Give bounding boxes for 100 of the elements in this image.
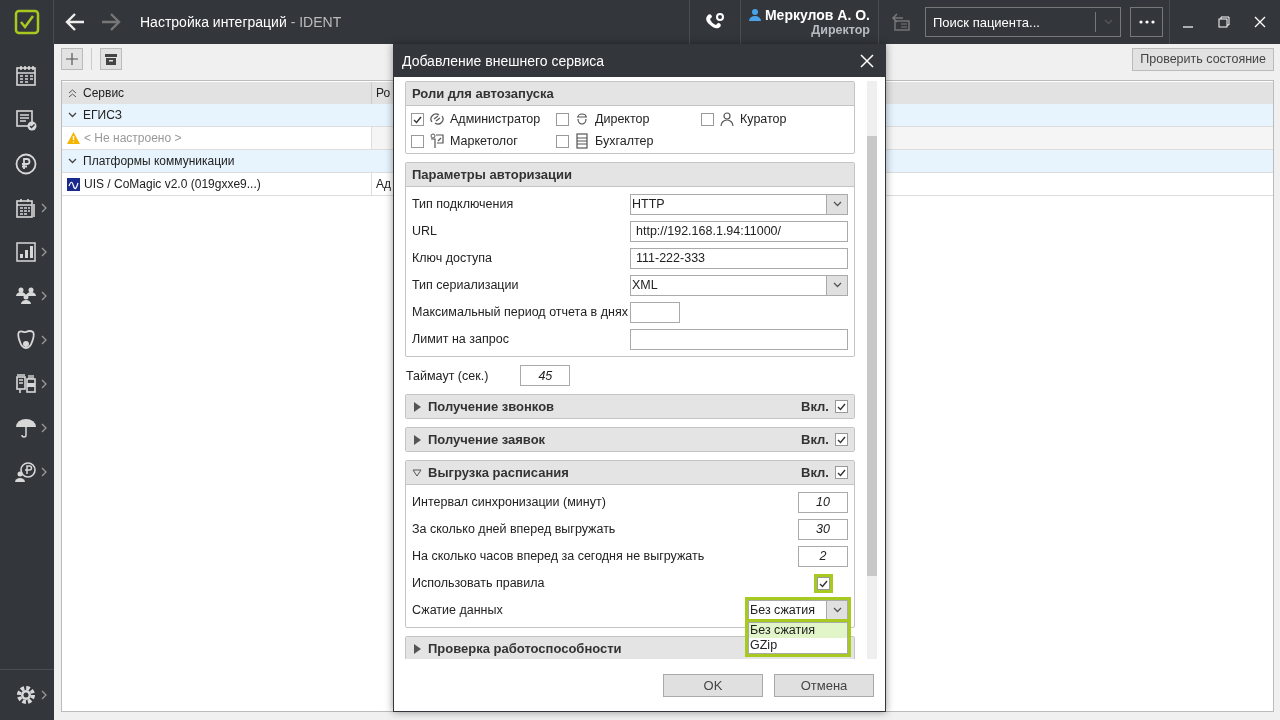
checkbox[interactable] (411, 134, 424, 148)
restore-icon[interactable] (1218, 16, 1230, 28)
expand-icon[interactable] (68, 158, 77, 164)
checkbox[interactable] (816, 576, 830, 590)
role-icon (429, 111, 445, 127)
sidebar-item-icon[interactable] (14, 460, 38, 484)
dialog-title: Добавление внешнего сервиса (402, 53, 605, 69)
cancel-button[interactable]: Отмена (774, 673, 874, 697)
expand-icon[interactable] (412, 401, 422, 412)
section-title: Параметры авторизации (412, 167, 574, 182)
select-field[interactable]: XML (630, 274, 848, 296)
section-title[interactable]: Выгрузка расписания (428, 465, 796, 480)
user-role: Директор (811, 22, 870, 38)
page-title: Настройка интеграций - IDENT (140, 14, 342, 30)
role-icon (574, 133, 590, 149)
patient-search-field[interactable]: Поиск пациента... (925, 7, 1121, 37)
user-name[interactable]: Меркулов А. О. (764, 6, 870, 23)
warning-icon (67, 132, 80, 144)
wave-icon (67, 177, 80, 191)
number-field[interactable]: 30 (798, 518, 848, 540)
expand-icon[interactable] (68, 112, 77, 118)
role-label[interactable]: Куратор (740, 112, 787, 126)
section-title[interactable]: Получение звонков (428, 399, 796, 414)
more-button[interactable] (1130, 7, 1163, 37)
checkbox[interactable] (556, 134, 569, 148)
field-label: Ключ доступа (412, 251, 493, 265)
dropdown-option[interactable]: Без сжатия (749, 622, 847, 638)
number-field[interactable]: 2 (798, 545, 848, 567)
column-header[interactable]: Сервис (83, 86, 125, 100)
select-field[interactable]: HTTP (630, 193, 848, 215)
number-field[interactable]: 10 (798, 491, 848, 513)
add-button[interactable] (61, 48, 83, 70)
settings-icon[interactable] (14, 683, 38, 707)
field-label: Лимит на запрос (412, 332, 510, 346)
field-label: Использовать правила (412, 576, 546, 590)
expand-icon[interactable] (412, 434, 422, 445)
sidebar-item-icon[interactable] (14, 240, 38, 264)
sidebar-item-icon[interactable] (14, 108, 38, 132)
section-title[interactable]: Получение заявок (428, 432, 796, 447)
group-label: Платформы коммуникации (83, 154, 235, 168)
text-field[interactable]: http://192.168.1.94:11000/ (630, 220, 848, 242)
role-label[interactable]: Маркетолог (450, 134, 518, 148)
field-label: Максимальный период отчета в днях (412, 305, 629, 319)
back-arrow-icon[interactable] (64, 11, 86, 33)
field-label: Интервал синхронизации (минут) (412, 495, 607, 509)
group-label: ЕГИСЗ (83, 108, 122, 122)
toggle-label: Вкл. (801, 465, 829, 480)
scrollbar[interactable] (867, 81, 877, 659)
field-label: Таймаут (сек.) (406, 368, 489, 383)
caret-icon (832, 201, 842, 207)
role-icon (574, 111, 590, 127)
role-icon (429, 133, 445, 149)
table-cell-text: Ад (375, 177, 391, 191)
sidebar-item-icon[interactable] (14, 416, 38, 440)
more-icon (1138, 20, 1155, 24)
section-title: Роли для автозапуска (412, 86, 555, 101)
check-status-button[interactable]: Проверить состояние (1132, 47, 1274, 71)
column-header[interactable]: Ро (372, 86, 391, 100)
ok-button[interactable]: OK (663, 673, 763, 697)
forward-arrow-icon[interactable] (100, 11, 122, 33)
text-field[interactable] (630, 301, 680, 323)
close-icon[interactable] (859, 53, 875, 69)
logo-icon[interactable] (13, 9, 40, 35)
sidebar-item-icon[interactable] (14, 152, 38, 176)
sidebar-item-icon[interactable] (14, 372, 38, 396)
checkbox[interactable] (835, 466, 848, 479)
field-label: Тип подключения (412, 197, 515, 211)
checkbox[interactable] (835, 433, 848, 446)
role-icon (719, 111, 735, 127)
collapse-icon[interactable] (412, 467, 422, 478)
dropdown-field[interactable]: Без сжатия (748, 599, 848, 621)
toggle-label: Вкл. (801, 432, 829, 447)
checkbox[interactable] (556, 112, 569, 126)
field-label: Тип сериализации (412, 278, 520, 292)
dropdown-option[interactable]: GZip (749, 637, 847, 653)
role-label[interactable]: Бухгалтер (595, 134, 654, 148)
sidebar-item-icon[interactable] (14, 328, 38, 352)
field-label: Сжатие данных (412, 603, 504, 617)
caret-icon (832, 607, 842, 613)
sidebar-item-icon[interactable] (14, 64, 38, 88)
checkbox[interactable] (701, 112, 714, 126)
role-label[interactable]: Директор (595, 112, 650, 126)
toggle-label: Вкл. (801, 399, 829, 414)
number-field[interactable]: 45 (520, 365, 571, 386)
field-label: За сколько дней вперед выгружать (412, 522, 617, 536)
checkbox[interactable] (411, 112, 424, 126)
sort-icon[interactable] (68, 88, 77, 98)
text-field[interactable]: 111-222-333 (630, 247, 848, 269)
text-field[interactable] (630, 328, 848, 350)
expand-icon[interactable] (412, 643, 422, 654)
sidebar-item-icon[interactable] (14, 196, 38, 220)
close-icon[interactable] (1254, 16, 1266, 28)
field-label: URL (412, 224, 438, 238)
user-icon (748, 8, 761, 22)
card-return-icon[interactable] (889, 11, 911, 33)
archive-button[interactable] (100, 48, 122, 70)
caret-icon (1103, 19, 1113, 25)
checkbox[interactable] (835, 400, 848, 413)
role-label[interactable]: Администратор (450, 112, 541, 126)
table-cell: < Не настроено > (84, 131, 182, 145)
